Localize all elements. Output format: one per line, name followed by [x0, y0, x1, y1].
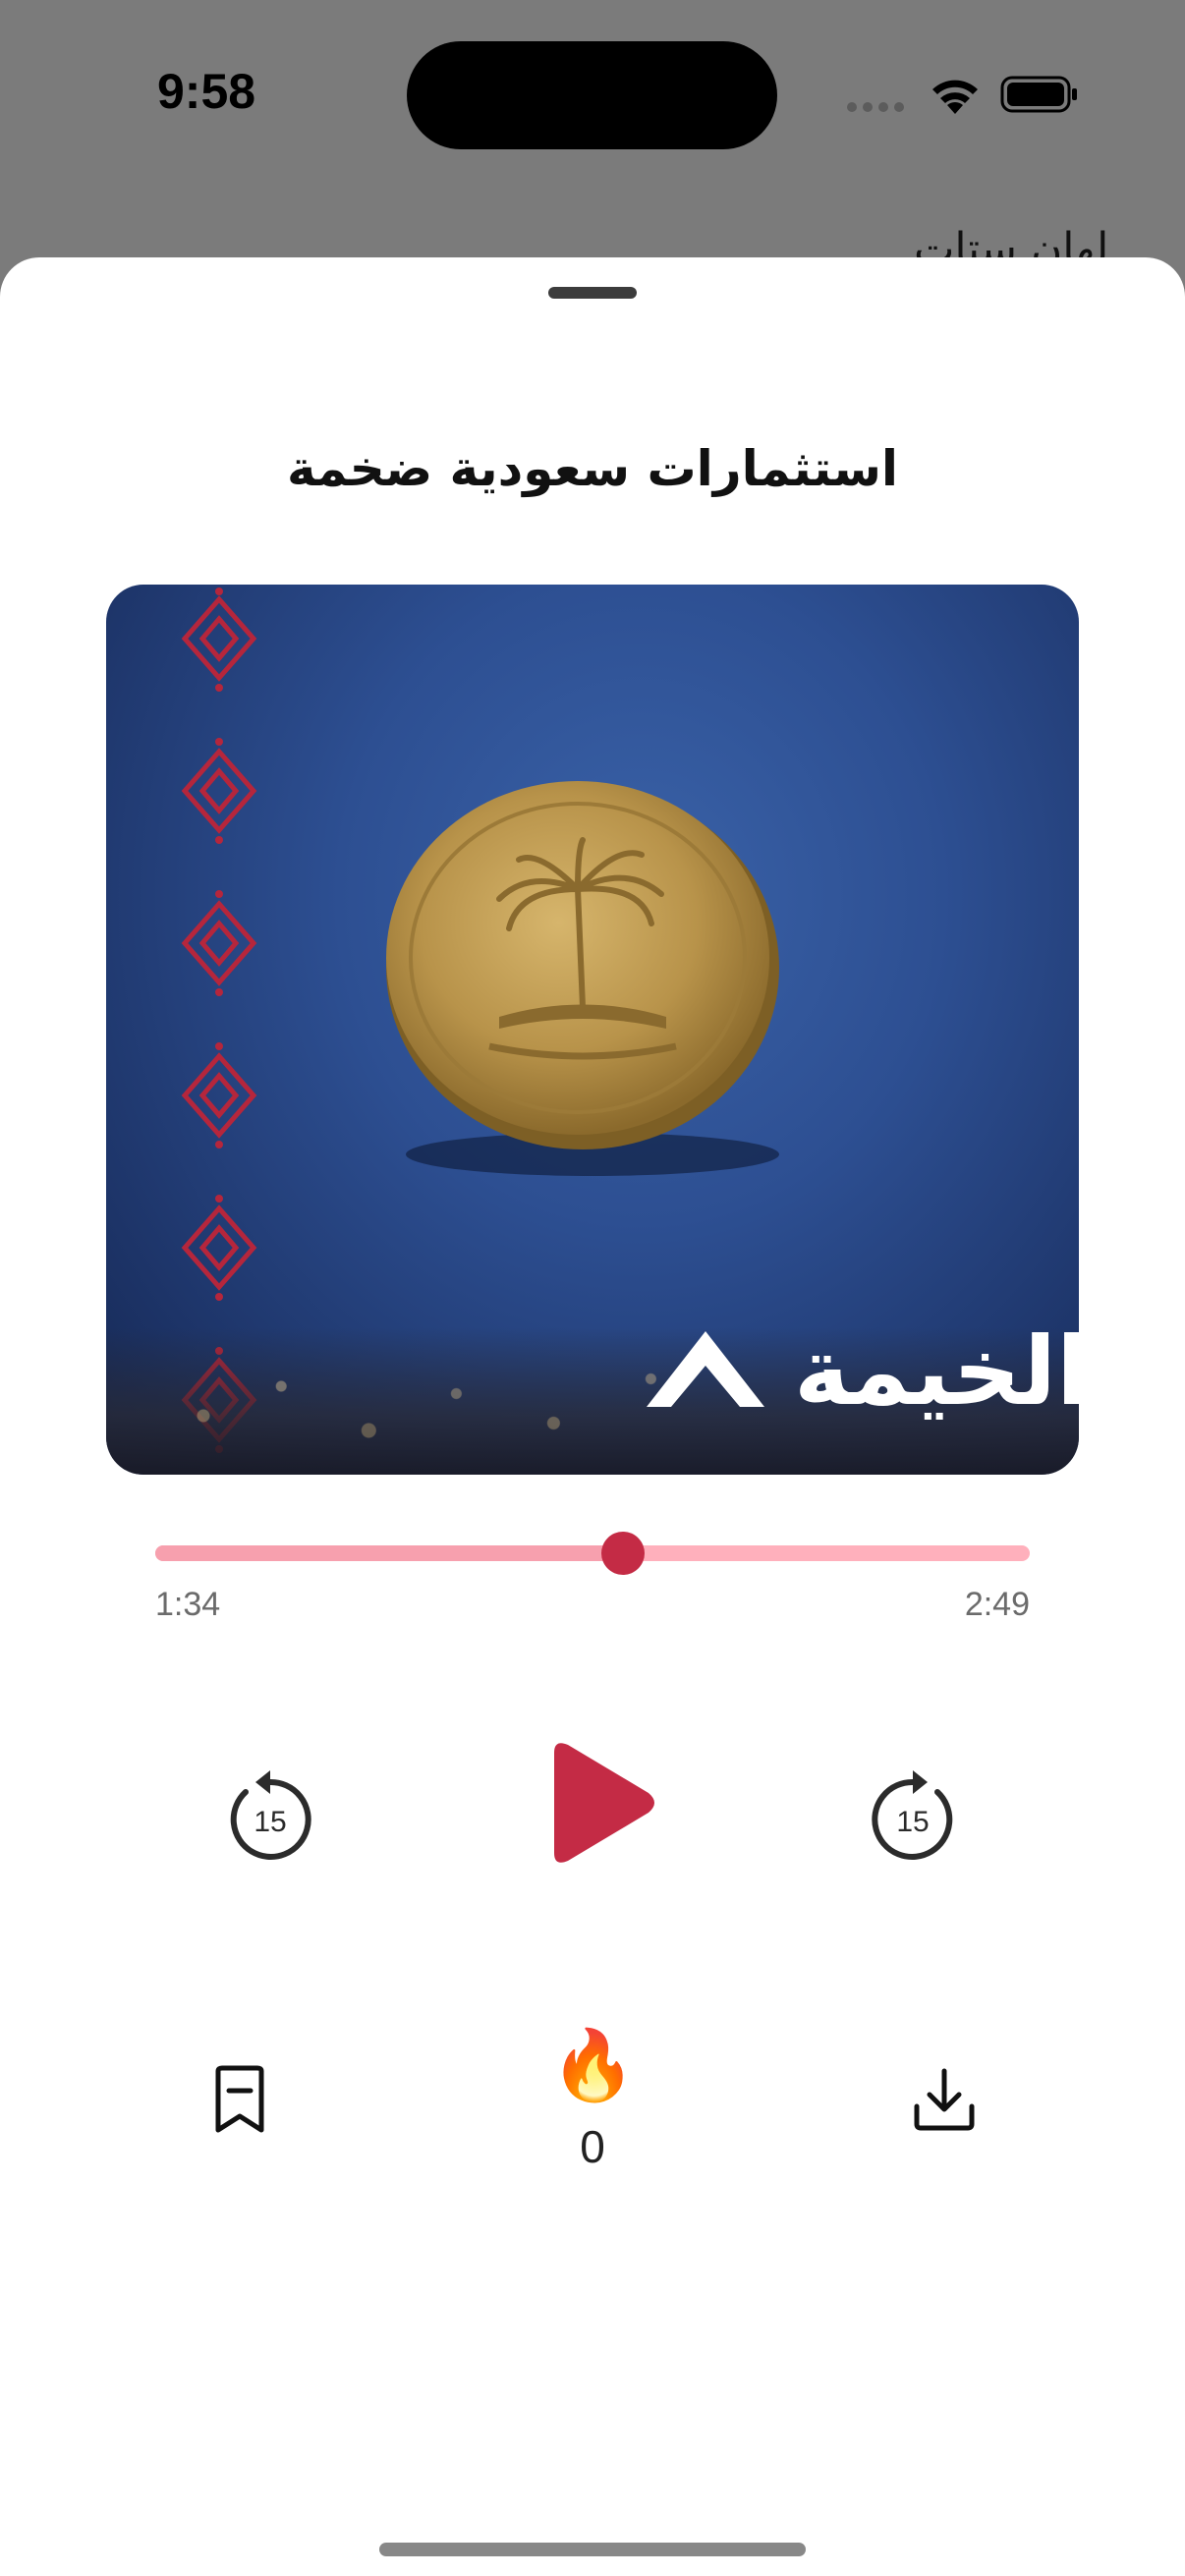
- reaction-count: 0: [580, 2121, 605, 2172]
- episode-title: استثمارات سعودية ضخمة: [286, 440, 899, 497]
- fire-reaction-button[interactable]: 🔥: [550, 2026, 636, 2104]
- episode-artwork: الخيمة: [106, 585, 1079, 1475]
- skip-forward-seconds: 15: [896, 1806, 929, 1838]
- skip-back-15-button[interactable]: 15: [224, 1766, 316, 1863]
- elapsed-time: 1:34: [155, 1586, 221, 1623]
- playback-slider-thumb[interactable]: [601, 1532, 646, 1575]
- gold-coin-image: [386, 781, 779, 1176]
- playback-progress-fill: [155, 1545, 624, 1561]
- dynamic-island: [407, 41, 777, 149]
- play-button[interactable]: [542, 1739, 660, 1867]
- total-time: 2:49: [964, 1586, 1030, 1623]
- home-indicator[interactable]: [379, 2543, 806, 2556]
- sheet-grabber[interactable]: [548, 287, 637, 299]
- tent-icon: [647, 1331, 764, 1407]
- skip-back-seconds: 15: [254, 1806, 286, 1838]
- wifi-icon: [932, 80, 978, 114]
- status-bar: 9:58 لهان ستات: [0, 0, 1185, 274]
- cellular-signal-icon: [847, 102, 904, 112]
- download-icon[interactable]: [910, 2065, 979, 2136]
- brand-wordmark: الخيمة: [794, 1316, 1079, 1427]
- playback-slider[interactable]: [155, 1532, 1030, 1575]
- status-time: 9:58: [157, 64, 256, 119]
- bookmark-icon[interactable]: [210, 2065, 269, 2136]
- skip-forward-15-button[interactable]: 15: [867, 1766, 959, 1863]
- battery-icon: [1000, 76, 1077, 113]
- now-playing-sheet: استثمارات سعودية ضخمة الخيمة 1:34 2:49 1…: [0, 257, 1185, 2576]
